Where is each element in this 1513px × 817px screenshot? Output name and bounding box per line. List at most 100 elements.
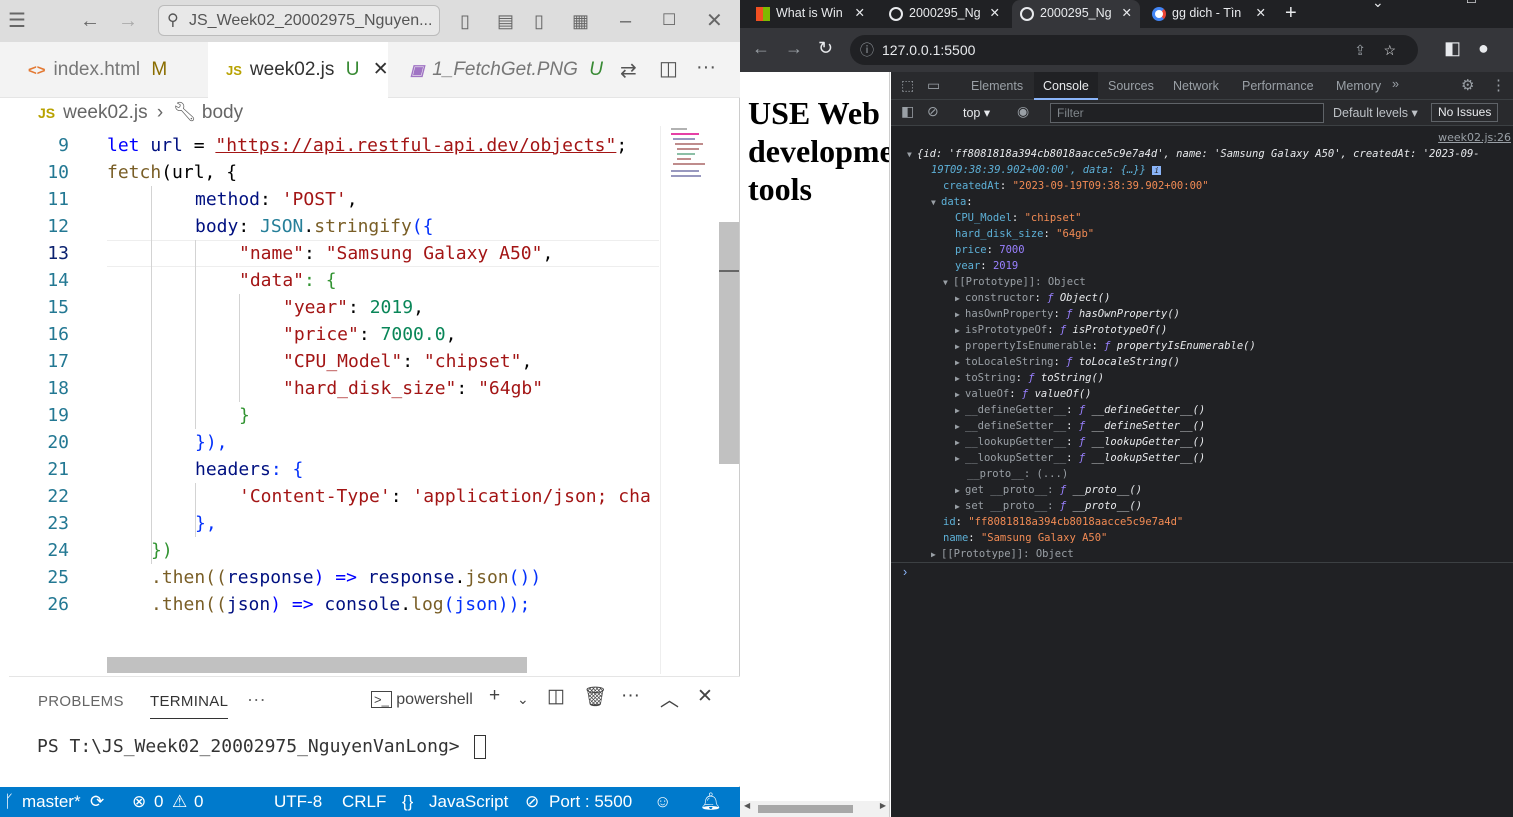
- new-terminal-icon[interactable]: +: [489, 685, 500, 707]
- prototype-member[interactable]: ▶ valueOf: ƒ valueOf(): [955, 386, 1091, 402]
- sync-icon[interactable]: ⟳: [90, 787, 104, 817]
- prototype-member[interactable]: ▶ hasOwnProperty: ƒ hasOwnProperty(): [955, 306, 1180, 322]
- tab-terminal[interactable]: TERMINAL: [150, 677, 229, 719]
- context-selector[interactable]: top ▾: [963, 105, 990, 120]
- url-field[interactable]: ⓘ 127.0.0.1:5500 ⇪ ☆: [850, 35, 1418, 65]
- prototype-member[interactable]: ▶ propertyIsEnumerable: ƒ propertyIsEnume…: [955, 338, 1256, 354]
- source-link[interactable]: week02.js:26: [1438, 130, 1511, 146]
- horizontal-scrollbar[interactable]: [107, 657, 527, 673]
- eye-icon[interactable]: ◉: [1017, 103, 1029, 120]
- tab-problems[interactable]: PROBLEMS: [38, 677, 124, 719]
- log-levels-dropdown[interactable]: Default levels ▾: [1333, 105, 1418, 120]
- share-icon[interactable]: ⇪: [1354, 35, 1366, 65]
- terminal-output[interactable]: PS T:\JS_Week02_20002975_NguyenVanLong>: [37, 735, 487, 759]
- expand-triangle-icon[interactable]: ▶: [955, 307, 965, 323]
- info-icon[interactable]: ⓘ: [860, 35, 874, 65]
- page-horizontal-scrollbar[interactable]: ◀ ▶: [740, 801, 889, 817]
- close-tab-icon[interactable]: ✕: [990, 0, 1000, 26]
- language-mode[interactable]: JavaScript: [429, 787, 508, 817]
- expand-triangle-icon[interactable]: ▶: [955, 419, 965, 435]
- expand-triangle-icon[interactable]: ▶: [955, 435, 965, 451]
- scroll-thumb[interactable]: [758, 805, 853, 813]
- expand-triangle-icon[interactable]: ▶: [955, 403, 965, 419]
- info-badge-icon[interactable]: i: [1152, 166, 1162, 175]
- inspect-element-icon[interactable]: ⬚: [901, 77, 914, 94]
- close-window-icon[interactable]: ✕: [706, 0, 723, 42]
- prototype-member[interactable]: ▶ __lookupGetter__: ƒ __lookupGetter__(): [955, 434, 1205, 450]
- expand-triangle-icon[interactable]: ▶: [955, 339, 965, 355]
- prototype-member[interactable]: ▶ constructor: ƒ Object(): [955, 290, 1110, 306]
- browser-tab-active[interactable]: 2000295_Ng ✕: [1012, 0, 1140, 28]
- prop-outer-prototype[interactable]: ▶ [[Prototype]]: Object: [931, 546, 1074, 562]
- expand-triangle-icon[interactable]: ▶: [955, 323, 965, 339]
- panel-more-button[interactable]: ···: [247, 677, 266, 719]
- bookmark-star-icon[interactable]: ☆: [1383, 35, 1396, 65]
- console-prompt[interactable]: ›: [891, 562, 1513, 582]
- maximize-icon[interactable]: ☐: [662, 0, 676, 42]
- close-tab-icon[interactable]: ✕: [373, 59, 389, 80]
- sidebar-toggle-icon[interactable]: ◧: [901, 103, 914, 120]
- vertical-scrollbar[interactable]: [719, 222, 739, 464]
- accounts-icon[interactable]: ☺: [654, 787, 671, 817]
- prototype-member[interactable]: ▶ __defineSetter__: ƒ __defineSetter__(): [955, 418, 1205, 434]
- minimap[interactable]: [660, 126, 718, 674]
- code-editor[interactable]: 9 10 11 12 13 14 15 16 17 18 19 20 21 22…: [9, 132, 659, 672]
- trash-icon[interactable]: 🗑︎: [583, 685, 607, 709]
- maximize-icon[interactable]: ☐: [1466, 0, 1477, 6]
- collapse-triangle-icon[interactable]: ▼: [943, 275, 953, 291]
- tab-week02-js[interactable]: JS week02.js U ✕: [208, 42, 389, 98]
- command-center-search[interactable]: ⚲ JS_Week02_20002975_Nguyen...: [158, 5, 440, 36]
- prototype-member[interactable]: ▶ isPrototypeOf: ƒ isPrototypeOf(): [955, 322, 1167, 338]
- back-arrow-icon[interactable]: ←: [752, 38, 770, 59]
- scroll-left-icon[interactable]: ◀: [744, 801, 750, 810]
- reload-icon[interactable]: ↻: [818, 38, 833, 59]
- minimize-icon[interactable]: –: [620, 0, 631, 42]
- browser-tab[interactable]: gg dich - Tìn ✕: [1144, 0, 1274, 28]
- git-branch[interactable]: master*: [22, 787, 81, 817]
- breadcrumb-symbol[interactable]: body: [202, 102, 243, 123]
- customize-layout-icon[interactable]: ▦: [572, 0, 589, 42]
- prototype-member[interactable]: ▶ __lookupSetter__: ƒ __lookupSetter__(): [955, 450, 1205, 466]
- tab-sources[interactable]: Sources: [1108, 72, 1154, 100]
- more-tabs-icon[interactable]: »: [1392, 77, 1399, 91]
- clear-console-icon[interactable]: ⊘: [927, 103, 939, 120]
- expand-triangle-icon[interactable]: ▶: [955, 387, 965, 403]
- live-server-port[interactable]: Port : 5500: [549, 787, 632, 817]
- prop-proto-dunder[interactable]: __proto__: (...): [967, 466, 1068, 482]
- prototype-member[interactable]: ▶ toLocaleString: ƒ toLocaleString(): [955, 354, 1180, 370]
- scroll-right-icon[interactable]: ▶: [880, 801, 886, 810]
- toggle-sidebar-icon[interactable]: ▯: [460, 0, 470, 42]
- tab-console[interactable]: Console: [1034, 72, 1098, 100]
- source-control-icon[interactable]: ⇄: [620, 58, 637, 83]
- prop-data[interactable]: ▼ data:: [931, 194, 973, 210]
- maximize-panel-icon[interactable]: ︿: [660, 685, 679, 712]
- collapse-triangle-icon[interactable]: ▼: [931, 195, 941, 211]
- error-count[interactable]: 0: [154, 787, 163, 817]
- notifications-icon[interactable]: 🔔︎: [700, 787, 722, 817]
- issues-button[interactable]: No Issues: [1431, 103, 1499, 122]
- close-panel-icon[interactable]: ✕: [697, 685, 713, 708]
- tab-elements[interactable]: Elements: [971, 72, 1023, 100]
- split-editor-icon[interactable]: ◫: [659, 56, 678, 81]
- tab-search-icon[interactable]: ⌄: [1372, 0, 1384, 11]
- terminal-shell-selector[interactable]: >_ powershell: [371, 691, 473, 709]
- forward-arrow-icon[interactable]: →: [785, 38, 803, 59]
- close-tab-icon[interactable]: ✕: [1122, 0, 1132, 26]
- expand-triangle-icon[interactable]: ▶: [955, 291, 965, 307]
- tab-index-html[interactable]: <> index.html M: [28, 42, 208, 98]
- split-terminal-icon[interactable]: ◫: [547, 685, 565, 708]
- collapse-triangle-icon[interactable]: ▼: [907, 147, 917, 163]
- expand-triangle-icon[interactable]: ▶: [955, 451, 965, 467]
- prototype-member[interactable]: ▶ __defineGetter__: ƒ __defineGetter__(): [955, 402, 1205, 418]
- browser-tab[interactable]: 2000295_Ng ✕: [881, 0, 1008, 28]
- chevron-down-icon[interactable]: ⌄: [517, 691, 529, 708]
- breadcrumb-file[interactable]: week02.js: [63, 102, 148, 123]
- line-ending[interactable]: CRLF: [342, 787, 386, 817]
- prop-get-proto[interactable]: ▶ get __proto__: ƒ __proto__(): [955, 482, 1142, 498]
- close-tab-icon[interactable]: ✕: [1256, 0, 1266, 26]
- encoding[interactable]: UTF-8: [274, 787, 322, 817]
- close-tab-icon[interactable]: ✕: [855, 0, 865, 26]
- toggle-panel-icon[interactable]: ▤: [497, 0, 514, 42]
- toggle-secondary-sidebar-icon[interactable]: ▯: [534, 0, 544, 42]
- tab-network[interactable]: Network: [1173, 72, 1219, 100]
